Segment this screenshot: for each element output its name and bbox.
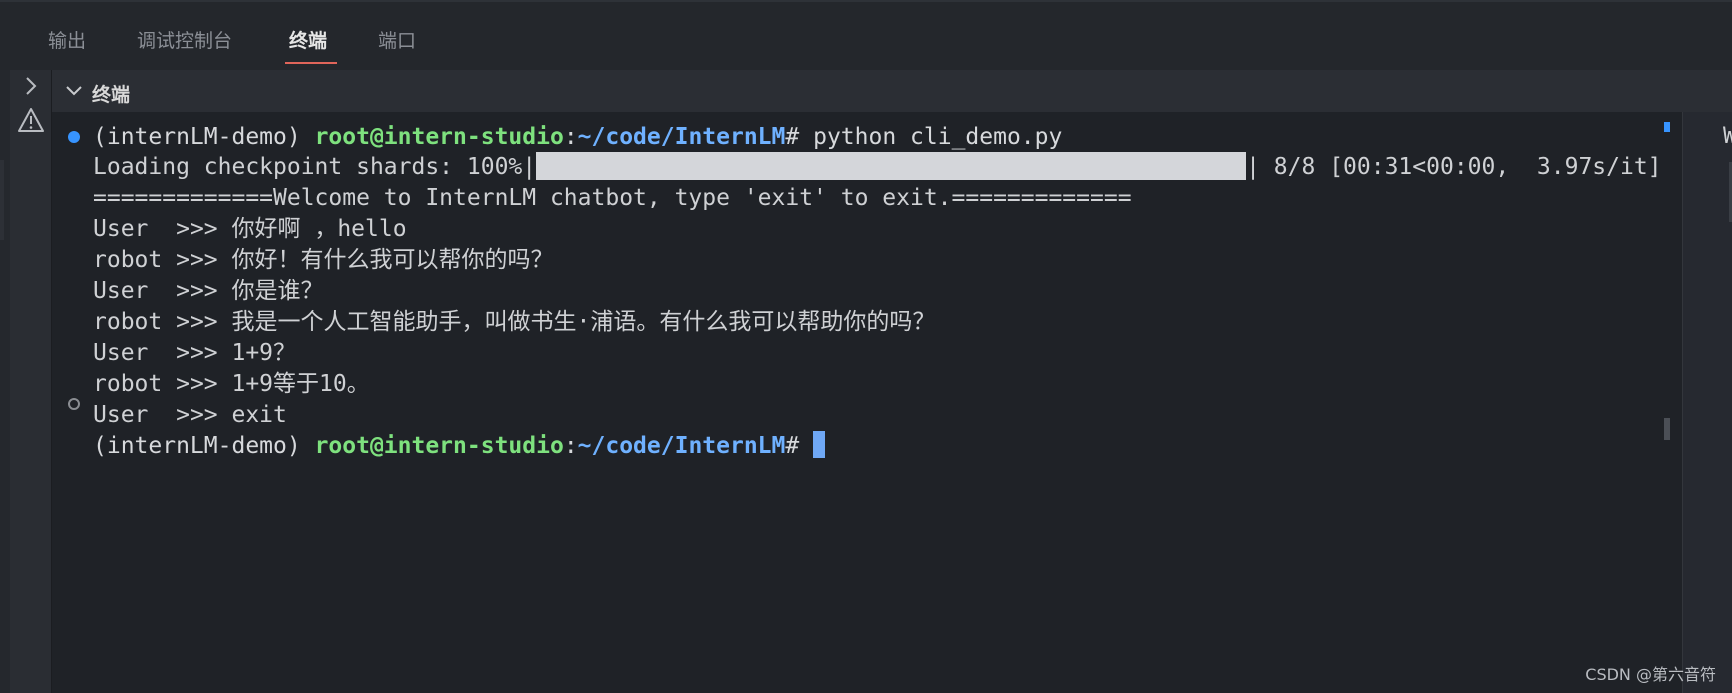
path-separator: : xyxy=(563,433,578,459)
vscode-panel: 输出 调试控制台 终端 端口 终端 (internLM-demo) root@i… xyxy=(0,0,1732,693)
panel-tab-bar: 输出 调试控制台 终端 端口 xyxy=(0,0,1732,70)
activity-strip-notch xyxy=(0,160,4,240)
chat-text: exit xyxy=(231,402,287,428)
conda-env: (internLM-demo) xyxy=(93,433,315,459)
chat-line: robot >>> 你好！有什么我可以帮你的吗？ xyxy=(93,245,553,275)
chat-line: User >>> 1+9？ xyxy=(93,338,296,368)
command-pending-dot[interactable] xyxy=(68,398,80,410)
prompt-symbol: # xyxy=(785,433,814,459)
chat-speaker: robot xyxy=(93,309,177,335)
terminal-section-header[interactable]: 终端 xyxy=(52,70,1732,112)
chat-text: 我是一个人工智能助手，叫做书生·浦语。有什么我可以帮助你的吗？ xyxy=(231,309,936,335)
side-panel-glyph: W xyxy=(1723,124,1732,149)
chevron-right-icon[interactable] xyxy=(10,74,52,102)
final-prompt-line[interactable]: (internLM-demo) root@intern-studio:~/cod… xyxy=(93,431,826,461)
working-directory: ~/code/InternLM xyxy=(577,433,786,459)
command-line: (internLM-demo) root@intern-studio:~/cod… xyxy=(93,122,1062,152)
warning-icon[interactable] xyxy=(10,106,52,136)
chat-line: User >>> 你好啊 ，hello xyxy=(93,214,407,244)
side-terminal-list[interactable]: W xyxy=(1682,112,1732,693)
chat-speaker: User xyxy=(93,402,177,428)
tab-terminal[interactable]: 终端 xyxy=(289,26,327,53)
chat-prompt: >>> xyxy=(176,402,232,428)
activity-strip xyxy=(0,70,10,693)
prompt-symbol: # xyxy=(785,124,814,150)
chat-prompt: >>> xyxy=(176,340,232,366)
chat-speaker: robot xyxy=(93,371,177,397)
chat-text: 你是谁？ xyxy=(231,278,324,304)
watermark: CSDN @第六音符 xyxy=(1585,665,1716,684)
conda-env: (internLM-demo) xyxy=(93,124,315,150)
chat-prompt: >>> xyxy=(176,216,232,242)
user-host: root@intern-studio xyxy=(314,124,564,150)
chat-prompt: >>> xyxy=(176,371,232,397)
tab-debug-console[interactable]: 调试控制台 xyxy=(137,26,232,53)
chat-prompt: >>> xyxy=(176,247,232,273)
chat-speaker: robot xyxy=(93,247,177,273)
chat-text: 1+9？ xyxy=(231,340,297,366)
section-title: 终端 xyxy=(92,84,131,106)
terminal-output[interactable]: (internLM-demo) root@intern-studio:~/cod… xyxy=(52,112,1682,693)
welcome-banner: =============Welcome to InternLM chatbot… xyxy=(93,185,1132,211)
chat-speaker: User xyxy=(93,278,177,304)
chevron-down-icon[interactable] xyxy=(64,81,84,101)
scrollbar-position-marker xyxy=(1664,122,1670,132)
terminal-cursor xyxy=(813,431,826,458)
chat-text: 你好！有什么我可以帮你的吗？ xyxy=(231,247,554,273)
active-tab-indicator xyxy=(285,62,337,64)
chat-prompt: >>> xyxy=(176,309,232,335)
chat-text: 你好啊 ，hello xyxy=(231,216,407,242)
chat-line: User >>> 你是谁？ xyxy=(93,276,323,306)
chat-line: User >>> exit xyxy=(93,400,287,430)
working-directory: ~/code/InternLM xyxy=(577,124,786,150)
tab-output[interactable]: 输出 xyxy=(48,26,86,53)
progress-line: Loading checkpoint shards: 100%| | 8/8 [0… xyxy=(93,151,1662,182)
tab-ports[interactable]: 端口 xyxy=(378,26,416,53)
chat-speaker: User xyxy=(93,216,177,242)
command-text: python cli_demo.py xyxy=(813,124,1063,150)
progress-bar xyxy=(536,151,1247,180)
chat-prompt: >>> xyxy=(176,278,232,304)
panel-gutter xyxy=(10,70,52,693)
progress-label: Loading checkpoint shards: 100%| xyxy=(93,154,537,180)
command-success-dot[interactable] xyxy=(68,131,80,143)
progress-suffix: | 8/8 [00:31<00:00, 3.97s/it] xyxy=(1246,154,1662,180)
chat-line: robot >>> 1+9等于10。 xyxy=(93,369,370,399)
path-separator: : xyxy=(563,124,578,150)
scrollbar-thumb[interactable] xyxy=(1664,418,1670,440)
user-host: root@intern-studio xyxy=(314,433,564,459)
chat-text: 1+9等于10。 xyxy=(231,371,370,397)
chat-speaker: User xyxy=(93,340,177,366)
chat-line: robot >>> 我是一个人工智能助手，叫做书生·浦语。有什么我可以帮助你的吗… xyxy=(93,307,935,337)
